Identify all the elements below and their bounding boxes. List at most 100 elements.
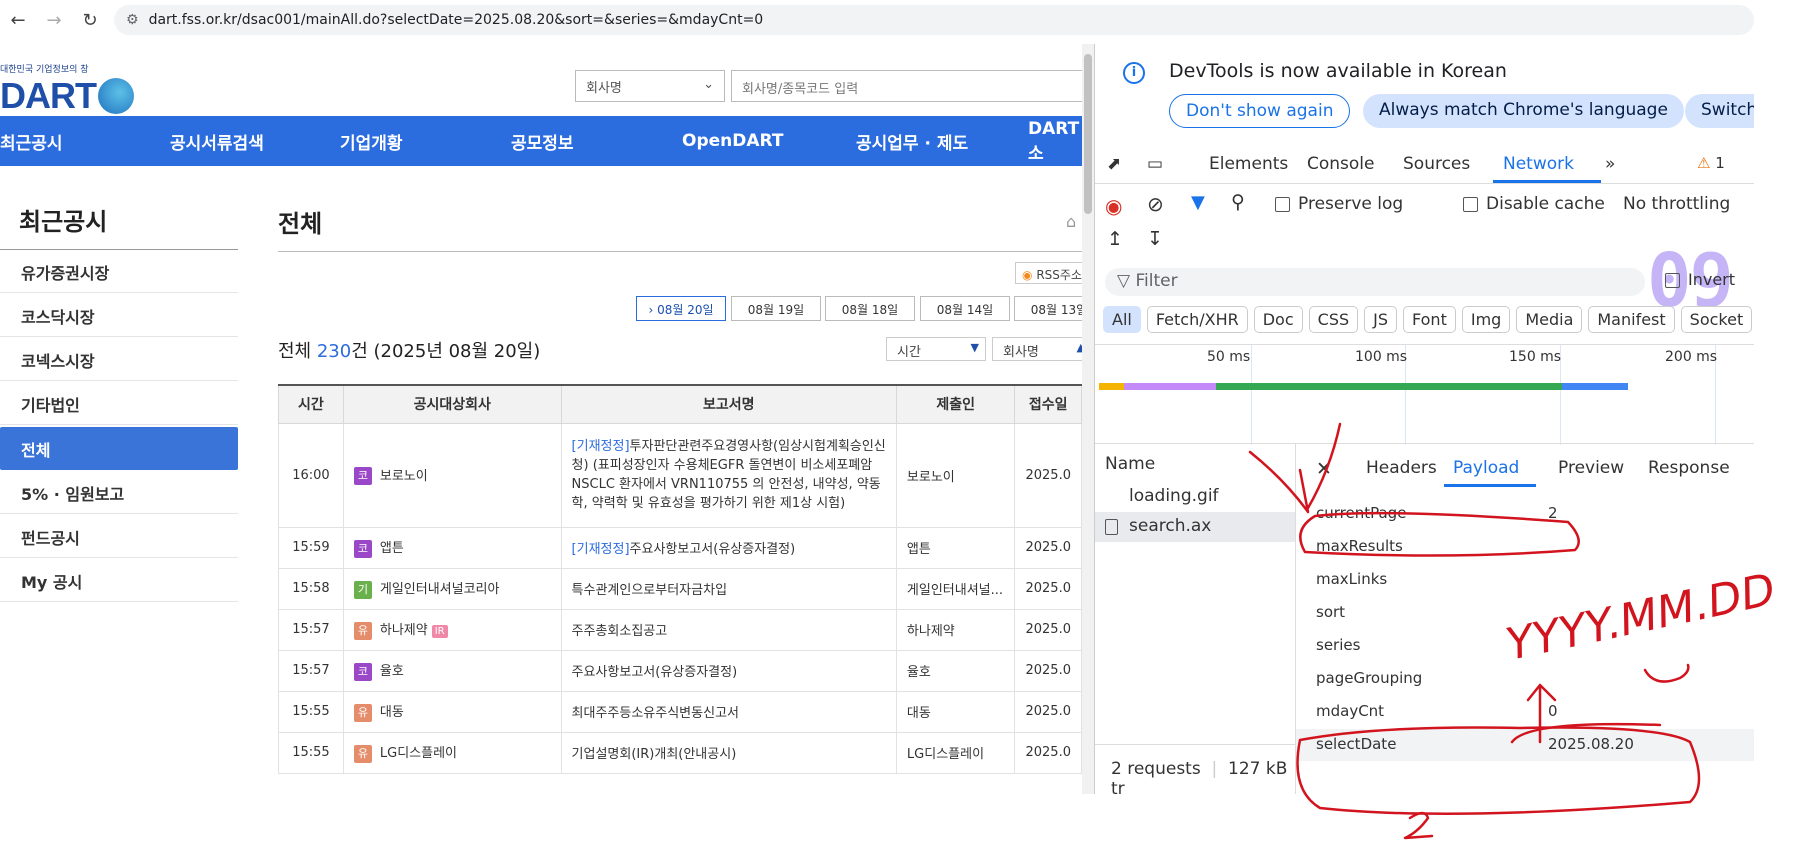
nav-recent[interactable]: 최근공시 bbox=[0, 129, 63, 154]
more-tabs-icon[interactable]: » bbox=[1605, 154, 1615, 174]
lnb-item-other[interactable]: 기타법인 bbox=[0, 382, 238, 425]
row-company[interactable]: 유 하나제약 IR bbox=[342, 608, 562, 651]
row-company[interactable]: 코 율호 bbox=[342, 649, 562, 692]
table-row[interactable]: 15:55 유 LG디스플레이 기업설명회(IR)개최(안내공시) LG디스플레이 202… bbox=[278, 731, 1082, 774]
back-icon[interactable]: ← bbox=[0, 2, 36, 38]
row-report[interactable]: 기업설명회(IR)개최(안내공시) bbox=[560, 731, 897, 774]
disable-cache-checkbox[interactable]: Disable cache bbox=[1463, 194, 1605, 214]
date-button[interactable]: › 08월 20일 bbox=[636, 296, 726, 321]
dart-logo[interactable]: 대한민국 기업정보의 창 DART bbox=[0, 62, 134, 117]
search-icon[interactable]: ⚲ bbox=[1231, 191, 1245, 213]
tab-headers[interactable]: Headers bbox=[1366, 458, 1437, 478]
table-row[interactable]: 15:57 유 하나제약 IR 주주총회소집공고 하나제약 2025.0 bbox=[278, 608, 1082, 651]
type-chip[interactable]: All bbox=[1103, 306, 1141, 333]
logo-text: DART bbox=[0, 75, 97, 116]
reload-icon[interactable]: ↻ bbox=[72, 2, 108, 38]
nav-opendart[interactable]: OpenDART bbox=[682, 131, 783, 151]
close-icon[interactable]: ✕ bbox=[1316, 458, 1332, 480]
site-info-icon[interactable]: ⚙ bbox=[126, 12, 139, 28]
row-report[interactable]: [기재정정]투자판단관련주요경영사항(임상시험계획승인신청) (표피성장인자 수… bbox=[560, 422, 897, 528]
clear-icon[interactable]: ⊘ bbox=[1147, 192, 1164, 216]
lnb-item-kosdaq[interactable]: 코스닥시장 bbox=[0, 294, 238, 337]
dont-show-button[interactable]: Don't show again bbox=[1169, 94, 1351, 128]
table-row[interactable]: 15:55 유 대동 최대주주등소유주식변동신고서 대동 2025.0 bbox=[278, 690, 1082, 733]
date-button[interactable]: 08월 14일 bbox=[920, 296, 1010, 321]
switch-button[interactable]: Switch bbox=[1685, 94, 1754, 128]
lnb-item-fund[interactable]: 펀드공시 bbox=[0, 515, 238, 558]
table-row[interactable]: 15:57 코 율호 주요사항보고서(유상증자결정) 율호 2025.0 bbox=[278, 649, 1082, 692]
row-company[interactable]: 코 앱튼 bbox=[342, 526, 562, 569]
row-report[interactable]: 주주총회소집공고 bbox=[560, 608, 897, 651]
filter-input[interactable]: ▽ Filter bbox=[1105, 268, 1645, 296]
device-toggle-icon[interactable]: ▭ bbox=[1147, 154, 1163, 174]
type-chip[interactable]: CSS bbox=[1308, 306, 1359, 333]
tab-sources[interactable]: Sources bbox=[1403, 154, 1470, 174]
download-icon[interactable]: ↧ bbox=[1147, 228, 1163, 250]
page-scrollbar[interactable] bbox=[1082, 44, 1094, 794]
row-report[interactable]: 최대주주등소유주식변동신고서 bbox=[560, 690, 897, 733]
sort-time-select[interactable]: 시간 ▼ bbox=[886, 337, 986, 361]
type-chip[interactable]: Socket bbox=[1680, 306, 1753, 333]
type-chip[interactable]: Manifest bbox=[1588, 306, 1675, 333]
url-text: dart.fss.or.kr/dsac001/mainAll.do?select… bbox=[148, 12, 764, 28]
company-select[interactable]: 회사명 ⌄ bbox=[575, 70, 725, 102]
tab-console[interactable]: Console bbox=[1307, 154, 1375, 174]
type-chip[interactable]: Font bbox=[1403, 306, 1456, 333]
type-chip[interactable]: Img bbox=[1461, 306, 1511, 333]
tab-preview[interactable]: Preview bbox=[1558, 458, 1624, 478]
match-language-button[interactable]: Always match Chrome's language bbox=[1363, 94, 1684, 128]
sort-company-select[interactable]: 회사명 ▲ bbox=[992, 337, 1082, 361]
lnb-item-my[interactable]: My 공시 bbox=[0, 559, 238, 602]
request-item[interactable]: search.ax bbox=[1095, 512, 1295, 542]
row-report[interactable]: 특수관계인으로부터자금차입 bbox=[560, 567, 897, 610]
market-badge: 코 bbox=[353, 662, 372, 681]
address-bar[interactable]: ⚙ dart.fss.or.kr/dsac001/mainAll.do?sele… bbox=[114, 5, 1754, 35]
nav-system[interactable]: 공시업무 · 제도 bbox=[856, 129, 968, 154]
row-company[interactable]: 유 LG디스플레이 bbox=[342, 731, 562, 774]
request-item[interactable]: loading.gif bbox=[1095, 482, 1295, 512]
payload-value: 2 bbox=[1548, 504, 1558, 522]
row-report[interactable]: 주요사항보고서(유상증자결정) bbox=[560, 649, 897, 692]
nav-search[interactable]: 공시서류검색 bbox=[170, 129, 264, 154]
home-icon[interactable]: ⌂ bbox=[1066, 212, 1076, 231]
lnb-item-kospi[interactable]: 유가증권시장 bbox=[0, 250, 238, 293]
lnb-item-5pct[interactable]: 5% · 임원보고 bbox=[0, 471, 238, 514]
row-company[interactable]: 코 보로노이 bbox=[342, 422, 562, 528]
nav-ipo[interactable]: 공모정보 bbox=[511, 129, 574, 154]
row-company[interactable]: 유 대동 bbox=[342, 690, 562, 733]
invert-checkbox[interactable]: Invert bbox=[1665, 270, 1735, 289]
name-header[interactable]: Name bbox=[1105, 454, 1155, 474]
table-row[interactable]: 15:59 코 앱튼 [기재정정]주요사항보고서(유상증자결정) 앱튼 2025.0 bbox=[278, 526, 1082, 569]
nav-dart[interactable]: DART 소 bbox=[1028, 119, 1082, 164]
row-company[interactable]: 기 게일인터내셔널코리아 bbox=[342, 567, 562, 610]
type-chip[interactable]: Fetch/XHR bbox=[1146, 306, 1248, 333]
upload-icon[interactable]: ↥ bbox=[1107, 228, 1123, 250]
type-chip[interactable]: JS bbox=[1364, 306, 1397, 333]
date-button[interactable]: 08월 18일 bbox=[825, 296, 915, 321]
table-row[interactable]: 16:00 코 보로노이 [기재정정]투자판단관련주요경영사항(임상시험계획승인신청)… bbox=[278, 422, 1082, 528]
inspect-icon[interactable]: ⬈ bbox=[1107, 154, 1121, 174]
row-date: 2025.0 bbox=[1014, 567, 1082, 610]
date-button[interactable]: 08월 19일 bbox=[731, 296, 821, 321]
type-chip[interactable]: Media bbox=[1516, 306, 1583, 333]
forward-icon[interactable]: → bbox=[36, 2, 72, 38]
filter-icon[interactable]: ▼ bbox=[1191, 192, 1205, 213]
search-input[interactable]: 회사명/종목코드 입력 bbox=[731, 70, 1082, 102]
tab-payload[interactable]: Payload bbox=[1453, 458, 1519, 478]
tab-elements[interactable]: Elements bbox=[1209, 154, 1288, 174]
date-button[interactable]: 08월 13일 bbox=[1014, 296, 1082, 321]
tab-response[interactable]: Response bbox=[1648, 458, 1730, 478]
tab-network[interactable]: Network bbox=[1503, 154, 1574, 174]
lnb-item-konex[interactable]: 코넥스시장 bbox=[0, 338, 238, 381]
table-row[interactable]: 15:58 기 게일인터내셔널코리아 특수관계인으로부터자금차입 게일인터내셔널... 2… bbox=[278, 567, 1082, 610]
warning-badge[interactable]: ⚠ 1 bbox=[1697, 154, 1725, 172]
lnb-item-all[interactable]: 전체 bbox=[0, 427, 238, 470]
type-chip[interactable]: Doc bbox=[1253, 306, 1303, 333]
throttling-select[interactable]: No throttling bbox=[1623, 194, 1730, 214]
rss-button[interactable]: ◉ RSS주소 bbox=[1015, 262, 1082, 284]
row-report[interactable]: [기재정정]주요사항보고서(유상증자결정) bbox=[560, 526, 897, 569]
record-icon[interactable]: ◉ bbox=[1105, 194, 1122, 218]
nav-company[interactable]: 기업개황 bbox=[340, 129, 403, 154]
preserve-log-checkbox[interactable]: Preserve log bbox=[1275, 194, 1403, 214]
row-submitter: 보로노이 bbox=[895, 422, 1016, 528]
